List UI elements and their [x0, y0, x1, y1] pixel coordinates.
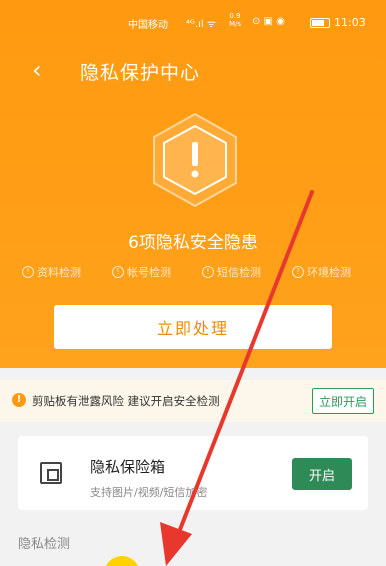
- section-title: 隐私检测: [18, 537, 71, 552]
- safe-icon: [40, 462, 62, 484]
- info-icon: !: [112, 266, 124, 278]
- check-label: 帐号检测: [127, 266, 171, 279]
- info-icon: !: [22, 266, 34, 278]
- battery-icon: [310, 18, 330, 28]
- notice-text: 剪贴板有泄露风险 建议开启安全检测: [32, 394, 220, 408]
- vault-subtitle: 支持图片/视频/短信加密: [90, 486, 208, 499]
- detection-icon: [104, 556, 140, 566]
- signal-icon: ⁴ᴳ.ıl ᯤ: [186, 19, 216, 30]
- check-item-account[interactable]: ! 帐号检测: [112, 264, 171, 280]
- vault-enable-button[interactable]: 开启: [292, 458, 352, 490]
- check-label: 环境检测: [307, 266, 351, 279]
- enable-now-button[interactable]: 立即开启: [312, 388, 374, 414]
- warning-icon: !: [12, 393, 26, 407]
- check-list: ! 资料检测 ! 帐号检测 ! 短信检测 ! 环境检测: [0, 264, 386, 282]
- check-item-sms[interactable]: ! 短信检测: [202, 264, 261, 280]
- privacy-vault-card[interactable]: 隐私保险箱 支持图片/视频/短信加密 开启: [18, 436, 368, 510]
- clock: 11:03: [334, 16, 366, 29]
- check-item-profile[interactable]: ! 资料检测: [22, 264, 81, 280]
- check-label: 资料检测: [37, 266, 81, 279]
- back-chevron-icon[interactable]: ‹: [32, 56, 42, 84]
- status-bar: 中国移动 ⁴ᴳ.ıl ᯤ 0.9 M/s ⊙ ▣ ◉ 11:03: [0, 12, 386, 34]
- clipboard-notice: ! 剪贴板有泄露风险 建议开启安全检测 立即开启: [0, 380, 386, 422]
- info-icon: !: [202, 266, 214, 278]
- risk-summary: 6项隐私安全隐患: [128, 233, 258, 253]
- warning-shield-icon: [153, 112, 237, 208]
- check-item-environment[interactable]: ! 环境检测: [292, 264, 351, 280]
- carrier-label: 中国移动: [128, 20, 168, 31]
- info-icon: !: [292, 266, 304, 278]
- status-icons: ⊙ ▣ ◉: [252, 16, 285, 27]
- vault-title: 隐私保险箱: [90, 458, 166, 476]
- handle-now-button[interactable]: 立即处理: [54, 305, 332, 349]
- page-title: 隐私保护中心: [80, 62, 201, 84]
- check-label: 短信检测: [217, 266, 261, 279]
- network-speed: 0.9 M/s: [228, 12, 242, 28]
